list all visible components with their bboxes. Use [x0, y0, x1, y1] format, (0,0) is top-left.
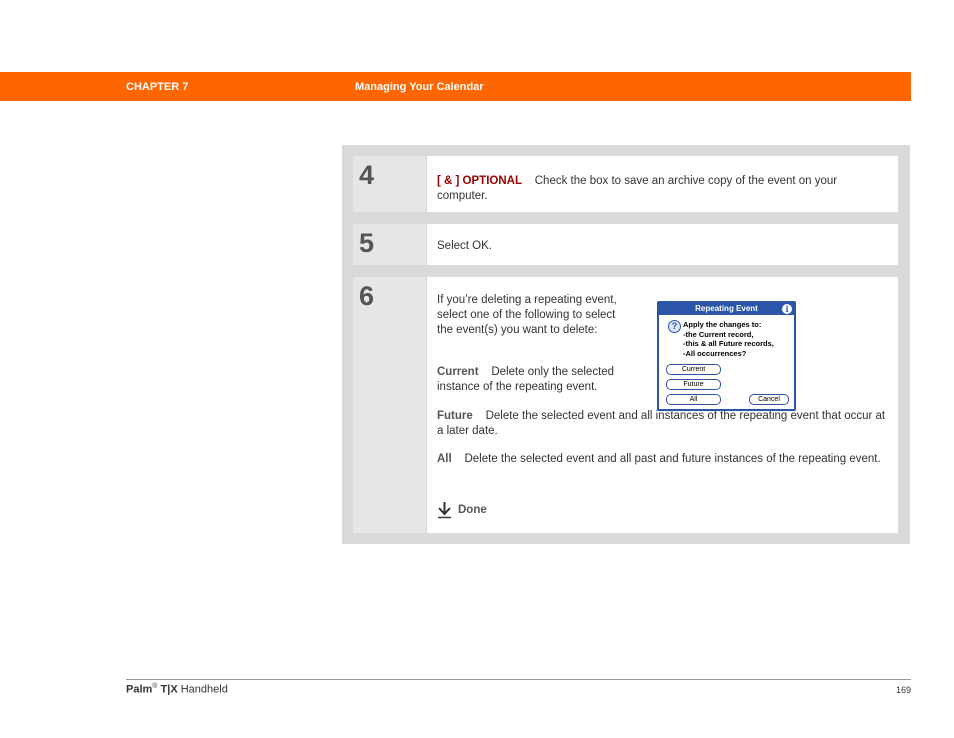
step-6: 6 If you’re deleting a repeating event, …	[353, 277, 898, 533]
dialog-title-bar: Repeating Event i	[659, 303, 794, 315]
dialog-future-button[interactable]: Future	[666, 379, 721, 390]
dialog-message: Apply the changes to: -the Current recor…	[683, 320, 774, 358]
dialog-line: -the Current record,	[683, 329, 754, 339]
option-term: Future	[437, 410, 473, 422]
question-icon: ?	[668, 320, 681, 333]
step-number-cell: 4	[353, 156, 426, 212]
step-body: If you’re deleting a repeating event, se…	[427, 277, 898, 533]
footer-brand: Palm	[126, 683, 153, 696]
page-number: 169	[896, 685, 912, 695]
option-description: Delete the selected event and all past a…	[464, 453, 881, 465]
option-term: Current	[437, 366, 479, 378]
step-number: 5	[359, 228, 375, 258]
dialog-line: -this & all Future records,	[683, 339, 774, 348]
step-4: 4 [ & ] OPTIONAL Check the box to save a…	[353, 156, 898, 212]
dialog-title: Repeating Event	[695, 304, 758, 313]
dialog-current-button[interactable]: Current	[666, 364, 721, 375]
step-intro: If you’re deleting a repeating event, se…	[437, 294, 617, 336]
dialog-all-button[interactable]: All	[666, 394, 721, 405]
chapter-header-bar: CHAPTER 7 Managing Your Calendar	[0, 72, 911, 101]
option-description: Delete the selected event and all instan…	[437, 410, 886, 437]
repeating-event-dialog: Repeating Event i ? Apply the changes to…	[657, 301, 796, 411]
chapter-label: CHAPTER 7	[126, 81, 189, 93]
step-number-cell: 6	[353, 277, 426, 533]
footer-suffix: Handheld	[180, 683, 228, 696]
dialog-line: -All occurrences?	[683, 348, 747, 358]
down-arrow-icon	[438, 502, 451, 519]
optional-tag: [ & ] OPTIONAL	[437, 175, 522, 187]
footer-divider	[126, 679, 911, 680]
dialog-line: Apply the changes to:	[683, 320, 762, 329]
done-marker: Done	[437, 501, 487, 519]
dialog-cancel-button[interactable]: Cancel	[749, 394, 789, 405]
chapter-title: Managing Your Calendar	[355, 81, 484, 93]
footer-product: Palm® T|X Handheld	[126, 683, 228, 696]
step-body: [ & ] OPTIONAL Check the box to save an …	[427, 156, 898, 212]
option-current: Current Delete only the selected instanc…	[437, 365, 635, 395]
step-number: 6	[359, 281, 375, 311]
step-text: [ & ] OPTIONAL Check the box to save an …	[437, 174, 887, 204]
footer-model: T|X	[160, 683, 178, 696]
steps-panel: 4 [ & ] OPTIONAL Check the box to save a…	[342, 145, 910, 544]
done-label: Done	[458, 504, 487, 516]
step-body: Select OK.	[427, 224, 898, 265]
step-description: Select OK.	[437, 240, 492, 252]
option-all: All Delete the selected event and all pa…	[437, 452, 892, 467]
step-5: 5 Select OK.	[353, 224, 898, 265]
info-icon: i	[782, 304, 792, 314]
step-number-cell: 5	[353, 224, 426, 265]
registered-mark: ®	[152, 683, 158, 690]
step-number: 4	[359, 160, 375, 190]
option-future: Future Delete the selected event and all…	[437, 409, 887, 439]
option-term: All	[437, 453, 452, 465]
